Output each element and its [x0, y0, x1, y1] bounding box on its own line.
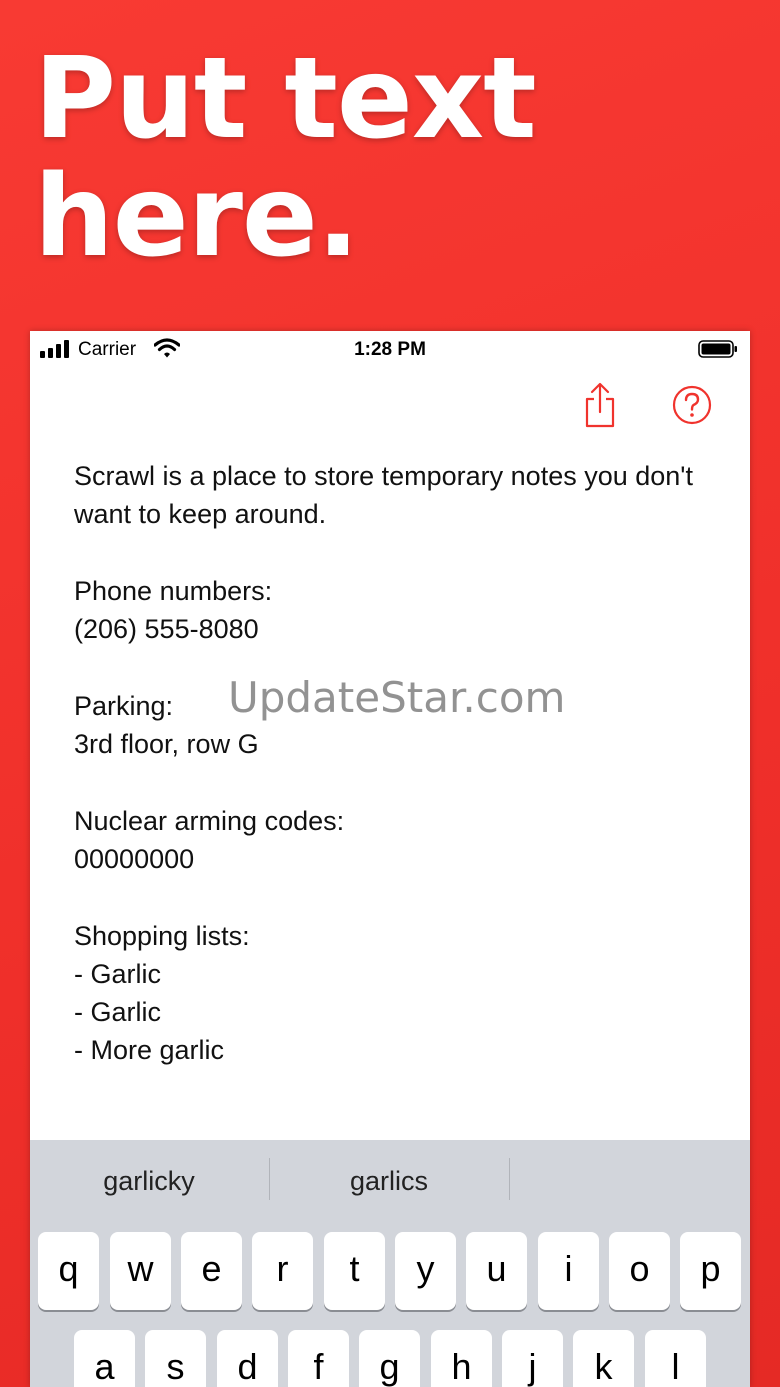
- suggestion-empty[interactable]: [510, 1140, 748, 1222]
- suggestion-garlics[interactable]: garlics: [270, 1140, 508, 1222]
- status-time: 1:28 PM: [354, 339, 426, 360]
- key-l[interactable]: l: [645, 1330, 706, 1387]
- headline: Put text here.: [34, 34, 537, 282]
- key-j[interactable]: j: [502, 1330, 563, 1387]
- battery-icon: [698, 340, 737, 358]
- key-q[interactable]: q: [38, 1232, 99, 1310]
- keyboard: garlicky garlics q w e r t y u i o p a s…: [30, 1140, 750, 1387]
- share-icon: [585, 382, 615, 428]
- key-a[interactable]: a: [74, 1330, 135, 1387]
- key-o[interactable]: o: [609, 1232, 670, 1310]
- key-h[interactable]: h: [431, 1330, 492, 1387]
- key-s[interactable]: s: [145, 1330, 206, 1387]
- key-f[interactable]: f: [288, 1330, 349, 1387]
- key-i[interactable]: i: [538, 1232, 599, 1310]
- help-icon: [672, 385, 712, 425]
- key-e[interactable]: e: [181, 1232, 242, 1310]
- key-d[interactable]: d: [217, 1330, 278, 1387]
- key-g[interactable]: g: [359, 1330, 420, 1387]
- key-p[interactable]: p: [680, 1232, 741, 1310]
- key-y[interactable]: y: [395, 1232, 456, 1310]
- phone-screen: Carrier 1:28 PM Scrawl is a place to sto…: [30, 331, 750, 1387]
- headline-line-1: Put text: [34, 34, 537, 164]
- watermark: UpdateStar.com: [228, 673, 566, 722]
- suggestion-garlicky[interactable]: garlicky: [30, 1140, 268, 1222]
- headline-line-2: here.: [34, 152, 359, 282]
- key-k[interactable]: k: [573, 1330, 634, 1387]
- key-t[interactable]: t: [324, 1232, 385, 1310]
- suggestion-bar: garlicky garlics: [30, 1140, 750, 1222]
- key-w[interactable]: w: [110, 1232, 171, 1310]
- key-u[interactable]: u: [466, 1232, 527, 1310]
- share-button[interactable]: [578, 381, 622, 429]
- note-text-area[interactable]: Scrawl is a place to store temporary not…: [74, 457, 714, 1070]
- status-bar: Carrier 1:28 PM: [30, 331, 750, 367]
- help-button[interactable]: [670, 381, 714, 429]
- key-r[interactable]: r: [252, 1232, 313, 1310]
